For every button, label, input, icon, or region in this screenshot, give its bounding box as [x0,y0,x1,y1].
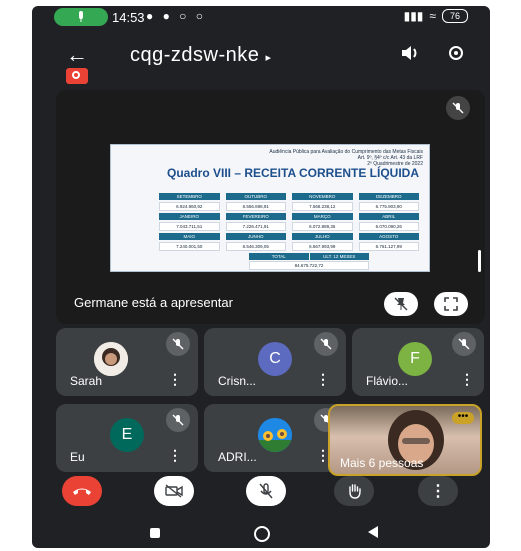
total-label: TOTAL [249,253,309,260]
total-row: TOTAL ULT. 12 MESES 84.675.722,72 [249,253,369,270]
recents-icon[interactable] [150,528,160,538]
participant-name: Eu [70,450,85,464]
more-vert-icon[interactable]: ⋮ [316,371,330,388]
table-value-cell: 6.070.090,26 [358,222,419,231]
more-vert-icon: ⋮ [430,483,446,500]
table-value-cell: 7.226.471,91 [225,222,286,231]
table-value-cell: 6.924.960,92 [159,202,220,211]
table-header-cell: OUTUBRO [225,193,286,200]
end-call-button[interactable] [62,476,102,506]
table-header-cell: FEVEREIRO [225,213,286,220]
presenter-label: Germane está a apresentar [74,295,233,310]
unpin-button[interactable] [384,292,418,316]
home-icon[interactable] [254,526,270,542]
mic-off-icon [259,483,273,499]
table-value-cell: 6.546.309,05 [225,242,286,251]
more-vert-icon[interactable]: ⋮ [168,371,182,388]
participant-tile[interactable]: Sarah ⋮ [56,328,198,396]
raise-hand-button[interactable] [334,476,374,506]
table-header-cell: JANEIRO [159,213,220,220]
participant-tile[interactable]: E Eu ⋮ [56,404,198,472]
more-people-label: Mais 6 pessoas [340,456,424,470]
status-time: 14:53 [112,10,145,25]
last-12-months-label: ULT. 12 MESES [309,253,369,260]
recording-icon [66,68,88,84]
table-header-cell: MARÇO [292,213,353,220]
table-header-cell: JUNHO [225,233,286,240]
participant-name: Sarah [70,374,103,388]
call-controls: ⋮ [32,476,490,512]
fullscreen-icon [444,297,458,311]
microphone-icon [79,11,83,22]
meeting-top-bar: ← cqg-zdsw-nke ▸ [32,36,490,76]
pin-off-icon [394,297,408,311]
signal-icon: ▮▮▮ [403,9,424,23]
mic-off-icon [446,96,470,120]
chevron-right-icon: ▸ [265,52,272,64]
participant-tile[interactable]: ADRI... ⋮ [204,404,346,472]
notification-icons: ● ● ○ ○ [146,9,206,23]
table-header-cell: DEZEMBRO [358,193,419,200]
table-value-cell: 6.775.903,90 [358,202,419,211]
table-value-cell: 6.072.889,36 [292,222,353,231]
more-vert-icon[interactable]: ⋮ [168,447,182,464]
back-triangle-icon[interactable] [368,526,378,538]
revenue-table: SETEMBRO OUTUBRO NOVEMBRO DEZEMBRO 6.924… [159,193,419,251]
participant-tile[interactable]: F Flávio... ⋮ [352,328,484,396]
table-header-cell: MAIO [159,233,220,240]
participant-name: Crisn... [218,374,257,388]
presentation-view[interactable]: Audiência Pública para Avaliação do Cump… [56,90,485,324]
ongoing-call-pill[interactable] [54,8,108,26]
more-vert-icon[interactable]: ⋮ [460,371,474,388]
avatar [258,418,292,452]
wifi-icon: ≈ [429,9,436,23]
scroll-handle[interactable] [478,250,481,272]
total-value: 84.675.722,72 [249,261,369,270]
more-options-button[interactable]: ⋮ [418,476,458,506]
hand-icon [349,484,361,499]
table-value-cell: 7.043.711,51 [159,222,220,231]
fullscreen-button[interactable] [434,292,468,316]
back-arrow-icon[interactable]: ← [66,42,88,68]
slide-title: Quadro VIII – RECEITA CORRENTE LÍQUIDA [166,166,420,180]
mic-toggle-button[interactable] [246,476,286,506]
speaking-indicator-icon: ••• [452,412,474,424]
speaker-icon[interactable] [400,44,420,67]
mic-off-icon [166,332,190,356]
table-value-cell: 7.568.238,12 [292,202,353,211]
table-header-cell: JULHO [292,233,353,240]
table-header-cell: AGOSTO [358,233,419,240]
table-value-cell: 6.556.698,91 [225,202,286,211]
avatar: F [398,342,432,376]
table-header-cell: NOVEMBRO [292,193,353,200]
phone-screen: 14:53 ● ● ○ ○ ▮▮▮ ≈ 76 ← cqg-zdsw-nke ▸ … [32,6,490,548]
table-header-cell: ABRIL [358,213,419,220]
call-end-icon [73,488,91,495]
mic-off-icon [314,332,338,356]
switch-camera-icon[interactable] [446,44,466,67]
table-header-cell: SETEMBRO [159,193,220,200]
android-nav-bar [32,520,490,548]
camera-off-icon [165,484,183,498]
meeting-code[interactable]: cqg-zdsw-nke ▸ [130,44,271,67]
camera-toggle-button[interactable] [154,476,194,506]
participant-name: Flávio... [366,374,409,388]
table-value-cell: 6.567.993,99 [292,242,353,251]
mic-off-icon [452,332,476,356]
mic-off-icon [166,408,190,432]
avatar: E [110,418,144,452]
avatar: C [258,342,292,376]
participant-name: ADRI... [218,450,257,464]
status-bar: 14:53 ● ● ○ ○ ▮▮▮ ≈ 76 [32,6,490,30]
battery-indicator: 76 [442,9,468,23]
slide-header: Audiência Pública para Avaliação do Cump… [269,149,423,167]
table-value-cell: 6.761.127,99 [358,242,419,251]
more-people-tile[interactable]: ••• Mais 6 pessoas [328,404,482,476]
participant-tile[interactable]: C Crisn... ⋮ [204,328,346,396]
avatar [94,342,128,376]
system-indicators: ▮▮▮ ≈ 76 [404,9,468,23]
presented-slide: Audiência Pública para Avaliação do Cump… [110,144,430,272]
table-value-cell: 7.240.001,50 [159,242,220,251]
